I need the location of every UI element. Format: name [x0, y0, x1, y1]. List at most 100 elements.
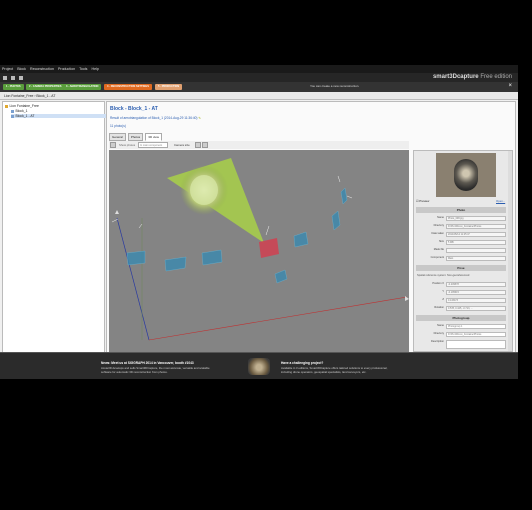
brand-name: smart3Dcapture: [432, 74, 479, 80]
pose-srs-note: Spatial reference system: Non-georeferen…: [416, 273, 506, 279]
component-select[interactable]: In main component: [138, 142, 168, 148]
camera-5[interactable]: [331, 210, 341, 231]
menu-project[interactable]: Project: [2, 67, 13, 71]
axis-x: [148, 296, 408, 341]
pose-section-header[interactable]: Pose: [416, 265, 506, 271]
camera-2[interactable]: [164, 256, 187, 272]
field-value[interactable]: 2014/05/14 11:25:47: [446, 232, 506, 237]
viewer-toolbar: Show photos In main component Camera siz…: [109, 141, 409, 149]
project-tree: Lion Fontaine_Free Block_1 Block_1 - AT: [2, 101, 107, 355]
news-line-2: software for automatic 3D reconstruction…: [101, 370, 168, 374]
3d-scene: [111, 158, 409, 341]
lion-sculpture: [454, 159, 478, 191]
step-production[interactable]: 5 - PRODUCTION: [155, 84, 183, 90]
field-value[interactable]: Main: [446, 256, 506, 261]
step-reconstruction-settings[interactable]: 4 - RECONSTRUCTION SETTINGS: [104, 84, 152, 90]
field-value[interactable]: D:\Pix4D\Lion_Fontaine\Photos: [446, 224, 506, 229]
promo-line-2: including drone operators, geospatial sp…: [281, 370, 367, 374]
new-project-icon[interactable]: [3, 75, 7, 80]
tree-item-label: Lion Fontaine_Free: [9, 104, 39, 108]
camera-marker: [337, 175, 341, 183]
tree-item-project[interactable]: Lion Fontaine_Free: [5, 104, 39, 108]
menu-reconstruction[interactable]: Reconstruction: [30, 67, 54, 71]
block-icon: [11, 114, 14, 118]
promo-title[interactable]: Have a challenging project?: [281, 361, 323, 365]
main-toolbar: smart3Dcapture Free edition: [0, 73, 518, 82]
home-view-icon[interactable]: [110, 142, 116, 148]
pose-srs-text: Spatial reference system: Non-georeferen…: [417, 274, 470, 277]
panel-scrollbar[interactable]: [508, 151, 512, 351]
3d-viewport[interactable]: [109, 150, 409, 352]
breadcrumb[interactable]: Lion Fontaine_Free › Block_1 - AT: [0, 92, 518, 100]
menu-tools[interactable]: Tools: [79, 67, 87, 71]
step-photos[interactable]: 1 - PHOTOS: [3, 84, 24, 90]
news-footer: News: Meet us at SIGGRAPH 2014 in Vancou…: [0, 352, 518, 379]
field-value[interactable]: Photogroup 1: [446, 324, 506, 329]
field-value[interactable]: [446, 340, 506, 349]
field-position-z: Z 0.133473: [416, 297, 506, 303]
brand-logo: smart3Dcapture Free edition: [433, 74, 512, 80]
camera-size-decrease-icon[interactable]: [195, 142, 201, 148]
edit-icon[interactable]: ✎: [198, 116, 201, 120]
step-aerotriangulation[interactable]: 3 - AEROTRIANGULATION: [63, 84, 102, 90]
show-photos-label: Show photos: [119, 143, 136, 147]
axis-x-arrow: [405, 296, 409, 301]
field-value[interactable]: 5 MB: [446, 240, 506, 245]
menu-block[interactable]: Block: [17, 67, 26, 71]
step-camera-properties[interactable]: 2 - CAMERA PROPERTIES: [26, 84, 65, 90]
field-component: Component Main: [416, 255, 506, 261]
field-value[interactable]: Photo_008.jpg: [446, 216, 506, 221]
photo-preview-image: [436, 153, 496, 197]
field-value[interactable]: D:\Pix4D\Lion_Fontaine\Photos: [446, 332, 506, 337]
preview-label: Preview: [419, 199, 430, 203]
camera-6[interactable]: [274, 269, 288, 284]
news-title[interactable]: News: Meet us at SIGGRAPH 2014 in Vancou…: [101, 361, 194, 365]
tab-photos[interactable]: Photos: [127, 133, 144, 141]
menu-help[interactable]: Help: [91, 67, 98, 71]
field-mask-file: Mask file: [416, 247, 506, 253]
preview-checkbox[interactable]: ☑ Preview: [416, 199, 429, 203]
photogroup-section-header[interactable]: Photogroup: [416, 315, 506, 321]
tab-3d-view[interactable]: 3D view: [145, 133, 162, 141]
field-photogroup-description: Description: [416, 339, 506, 349]
project-icon: [5, 104, 8, 108]
block-icon: [11, 109, 14, 113]
field-date-taken: Date taken 2014/05/14 11:25:47: [416, 231, 506, 237]
camera-7[interactable]: [340, 187, 348, 205]
open-photo-link[interactable]: Open...: [496, 199, 505, 203]
field-value[interactable]: -0.195615: [446, 290, 506, 295]
field-label: Directory: [433, 332, 444, 335]
field-label: Size: [438, 240, 444, 243]
close-icon[interactable]: ×: [508, 82, 512, 91]
tree-item-block-at[interactable]: Block_1 - AT: [11, 114, 107, 118]
camera-size-increase-icon[interactable]: [202, 142, 208, 148]
save-project-icon[interactable]: [19, 75, 24, 80]
camera-size-label: Camera size: [174, 143, 190, 147]
field-label: Mask file: [433, 248, 444, 251]
subtitle-text: Result of aerotriangulation of Block_1 (…: [110, 116, 198, 120]
field-label: Description: [431, 340, 444, 343]
field-value[interactable]: 0.133473: [446, 298, 506, 303]
field-rotation: Rotation 0.578, 0.425, -0.713, ...: [416, 305, 506, 311]
camera-3[interactable]: [201, 249, 223, 266]
field-label: Y: [442, 290, 444, 293]
field-value[interactable]: -0.209578: [446, 282, 506, 287]
lion-thumbnail: [248, 358, 270, 375]
field-value[interactable]: 0.578, 0.425, -0.713, ...: [446, 306, 506, 311]
photo-section-header[interactable]: Photo: [416, 207, 506, 213]
menu-production[interactable]: Production: [58, 67, 75, 71]
field-photogroup-directory: Directory D:\Pix4D\Lion_Fontaine\Photos: [416, 331, 506, 337]
field-size: Size 5 MB: [416, 239, 506, 245]
camera-1[interactable]: [126, 250, 146, 266]
field-value[interactable]: [446, 248, 506, 253]
workflow-steps-bar: 1 - PHOTOS 2 - CAMERA PROPERTIES 3 - AER…: [0, 82, 518, 92]
camera-4[interactable]: [293, 231, 309, 248]
status-notice: You can create a new reconstruction.: [310, 84, 360, 88]
field-photogroup-name: Name Photogroup 1: [416, 323, 506, 329]
open-project-icon[interactable]: [11, 75, 16, 80]
tab-general[interactable]: General: [109, 133, 126, 141]
tree-item-block[interactable]: Block_1: [11, 109, 28, 113]
photos-count[interactable]: 11 photo(s): [110, 124, 126, 128]
field-label: Position X: [432, 282, 444, 285]
tree-item-label: Block_1 - AT: [15, 114, 35, 118]
